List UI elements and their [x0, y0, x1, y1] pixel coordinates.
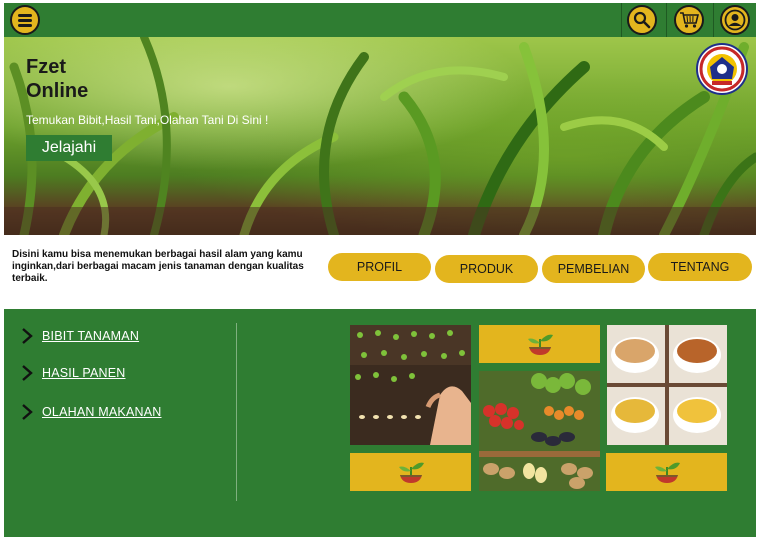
app-frame: Fzet Online Temukan Bibit,Hasil Tani,Ola… [4, 3, 756, 537]
placeholder-tile[interactable] [479, 325, 600, 363]
placeholder-tile[interactable] [350, 453, 471, 491]
processed-snacks-photo[interactable] [607, 325, 727, 445]
nav-tentang-button[interactable]: TENTANG [648, 253, 752, 281]
toolbar-divider [713, 3, 714, 37]
hamburger-menu-icon[interactable] [10, 5, 40, 35]
placeholder-tile[interactable] [606, 453, 727, 491]
info-row: Disini kamu bisa menemukan berbagai hasi… [4, 235, 756, 307]
section-divider [236, 323, 237, 501]
chevron-right-icon [22, 404, 33, 420]
corn-field-background [4, 37, 756, 235]
explore-button[interactable]: Jelajahi [26, 135, 112, 161]
category-label[interactable]: HASIL PANEN [42, 366, 125, 380]
category-label[interactable]: OLAHAN MAKANAN [42, 405, 162, 419]
chevron-right-icon [22, 365, 33, 381]
nav-pembelian-button[interactable]: PEMBELIAN [542, 255, 645, 283]
nav-produk-button[interactable]: PRODUK [435, 255, 538, 283]
category-label[interactable]: BIBIT TANAMAN [42, 329, 139, 343]
sprout-bowl-icon [654, 462, 680, 483]
category-bibit-tanaman[interactable]: BIBIT TANAMAN [20, 327, 139, 345]
top-bar [4, 3, 756, 37]
toolbar-divider [621, 3, 622, 37]
toolbar-divider [666, 3, 667, 37]
hero-banner: Fzet Online Temukan Bibit,Hasil Tani,Ola… [4, 37, 756, 235]
nav-profil-button[interactable]: PROFIL [328, 253, 431, 281]
category-olahan-makanan[interactable]: OLAHAN MAKANAN [20, 403, 162, 421]
institution-logo-icon [696, 43, 748, 95]
hero-title: Fzet Online [26, 56, 89, 102]
category-hasil-panen[interactable]: HASIL PANEN [20, 364, 125, 382]
site-description: Disini kamu bisa menemukan berbagai hasi… [12, 249, 304, 284]
category-section: BIBIT TANAMAN HASIL PANEN OLAHAN MAKANAN [4, 309, 756, 537]
vegetable-market-photo[interactable] [479, 371, 600, 491]
hero-subtitle: Temukan Bibit,Hasil Tani,Olahan Tani Di … [26, 113, 269, 127]
sprout-bowl-icon [527, 334, 553, 355]
search-icon[interactable] [627, 5, 657, 35]
shopping-cart-icon[interactable] [674, 5, 704, 35]
chevron-right-icon [22, 328, 33, 344]
user-account-icon[interactable] [720, 5, 750, 35]
sprout-bowl-icon [398, 462, 424, 483]
seedlings-planting-photo[interactable] [350, 325, 471, 445]
